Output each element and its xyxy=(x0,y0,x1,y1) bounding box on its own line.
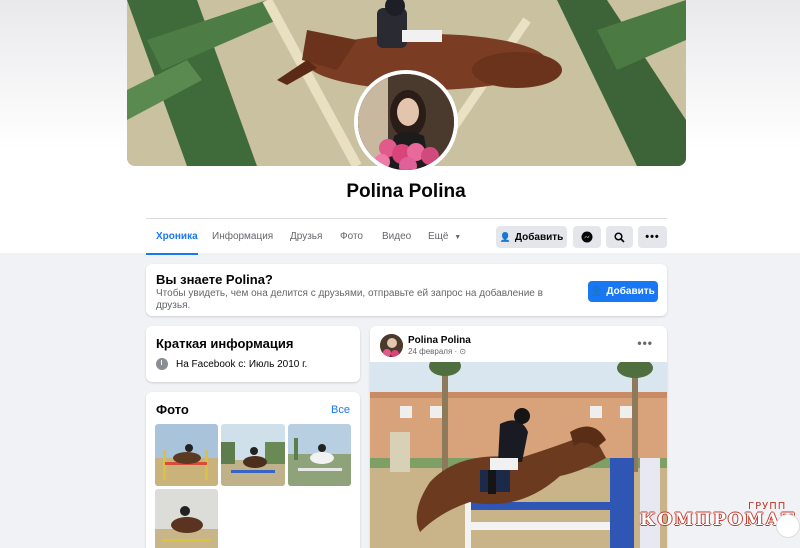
tab-more-label: Ещё xyxy=(428,231,449,242)
photos-title: Фото xyxy=(156,402,189,417)
add-friend-icon: 👤 xyxy=(499,231,511,242)
photo-thumbnail[interactable] xyxy=(155,424,218,486)
messenger-icon xyxy=(581,231,593,243)
search-button[interactable] xyxy=(606,226,633,248)
post-author-avatar[interactable] xyxy=(380,334,403,357)
clock-icon xyxy=(156,358,168,370)
tab-more[interactable]: Ещё ▼ xyxy=(428,231,461,242)
post-photo[interactable] xyxy=(370,362,667,548)
add-friend-primary-label: Добавить xyxy=(606,286,655,297)
dots-icon: ••• xyxy=(645,231,660,243)
profile-avatar[interactable] xyxy=(354,70,458,174)
friend-request-description: Чтобы увидеть, чем она делится с друзьям… xyxy=(156,288,543,311)
add-friend-label: Добавить xyxy=(514,231,564,243)
photos-card: Фото Все xyxy=(146,392,360,548)
watermark-logo xyxy=(776,514,800,538)
profile-name: Polina Polina xyxy=(346,181,466,202)
photo-thumbnail[interactable] xyxy=(288,424,351,486)
add-friend-primary-button[interactable]: 👤 Добавить xyxy=(588,281,658,302)
friend-request-title: Вы знаете Polina? xyxy=(156,272,273,287)
photo-thumbnail[interactable] xyxy=(155,489,218,548)
tab-timeline[interactable]: Хроника xyxy=(156,231,198,242)
more-options-button[interactable]: ••• xyxy=(638,226,667,248)
caret-down-icon: ▼ xyxy=(454,234,462,241)
add-friend-button[interactable]: 👤 Добавить xyxy=(496,226,567,248)
joined-text: На Facebook с: Июль 2010 г. xyxy=(176,358,308,370)
active-tab-indicator xyxy=(146,253,198,255)
messenger-button[interactable] xyxy=(573,226,601,248)
intro-title: Краткая информация xyxy=(156,336,294,351)
friend-request-card: Вы знаете Polina? Чтобы увидеть, чем она… xyxy=(146,264,667,316)
tab-videos[interactable]: Видео xyxy=(382,231,411,242)
tab-friends[interactable]: Друзья xyxy=(290,231,322,242)
joined-row: На Facebook с: Июль 2010 г. xyxy=(156,358,307,370)
search-icon xyxy=(614,231,625,243)
intro-card: Краткая информация На Facebook с: Июль 2… xyxy=(146,326,360,382)
tab-about[interactable]: Информация xyxy=(212,231,273,242)
post-date[interactable]: 24 февраля · ⊙ xyxy=(408,347,466,356)
tab-photos[interactable]: Фото xyxy=(340,231,363,242)
see-all-photos-link[interactable]: Все xyxy=(331,404,350,416)
post-card: Polina Polina 24 февраля · ⊙ ••• xyxy=(370,326,667,548)
post-options-icon[interactable]: ••• xyxy=(637,336,653,350)
add-friend-icon: 👤 xyxy=(591,286,603,296)
profile-nav: Хроника Информация Друзья Фото Видео Ещё… xyxy=(146,218,667,255)
photo-thumbnail[interactable] xyxy=(221,424,285,486)
watermark-main-text: КОМПРОМАТ xyxy=(640,510,797,530)
post-author-name[interactable]: Polina Polina xyxy=(408,335,471,346)
